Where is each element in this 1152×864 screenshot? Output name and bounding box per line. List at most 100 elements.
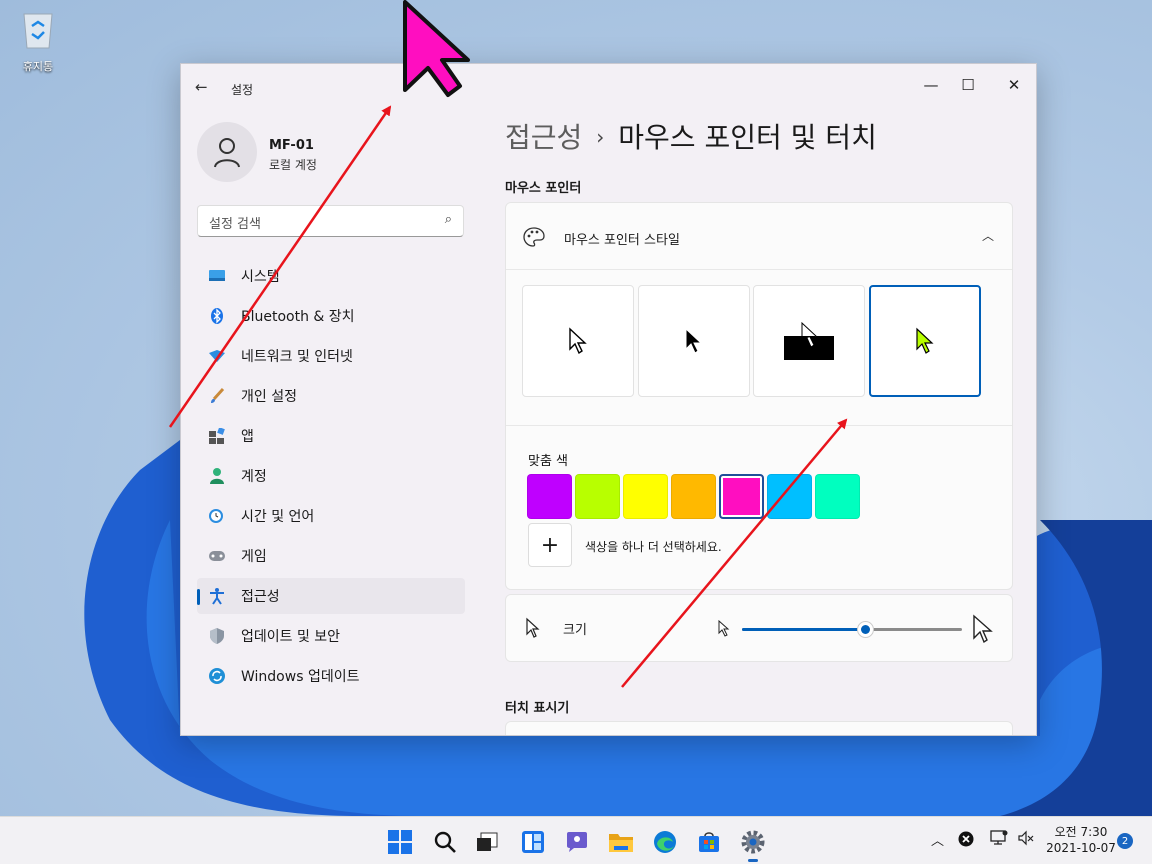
network-icon [208,347,226,365]
chevron-up-icon[interactable]: ︿ [982,227,994,244]
slider-thumb[interactable] [857,621,875,638]
breadcrumb-parent[interactable]: 접근성 [505,121,582,154]
system-clock[interactable]: 오전 7:30 2021-10-07 [1043,824,1119,856]
slider-fill [742,628,866,631]
pointer-style-custom[interactable] [869,285,981,397]
shield-icon [208,627,226,645]
bluetooth-icon [208,307,226,325]
windows-update-icon [208,667,226,685]
color-swatch-pink[interactable] [719,474,764,519]
pointer-icon [525,617,541,643]
search-icon: ⌕ [444,212,452,227]
sidebar-item-label: 시스템 [241,269,280,285]
chat-icon[interactable] [560,825,594,859]
clock-date: 2021-10-07 [1046,841,1116,855]
pointer-size-card: 크기 [505,594,1013,662]
color-swatch-orange[interactable] [671,474,716,519]
network-status-icon[interactable] [990,830,1008,850]
gaming-icon [208,547,226,565]
color-swatch-yellow[interactable] [623,474,668,519]
small-pointer-icon [718,620,730,637]
sidebar-item-gaming[interactable]: 게임 [197,538,465,574]
sidebar-item-label: Windows 업데이트 [241,669,360,685]
edge-icon[interactable] [648,825,682,859]
search-icon[interactable] [428,825,462,859]
time-language-icon [208,507,226,525]
sidebar-item-label: 게임 [241,549,267,565]
inverted-pointer-icon [784,321,834,360]
sidebar-item-personalization[interactable]: 개인 설정 [197,378,465,414]
system-icon [208,267,226,285]
sidebar-item-accounts[interactable]: 계정 [197,458,465,494]
color-swatch-mint[interactable] [815,474,860,519]
settings-search-input[interactable]: 설정 검색 ⌕ [197,205,464,237]
tray-overflow-chevron-icon[interactable]: ︿ [931,830,944,849]
page-heading: 접근성 › 마우스 포인터 및 터치 [505,116,877,156]
sidebar-item-label: 시간 및 언어 [241,509,315,525]
size-label: 크기 [563,623,587,638]
touch-indicator-card [505,721,1013,735]
sidebar-item-apps[interactable]: 앱 [197,418,465,454]
recycle-bin[interactable]: 휴지통 [10,8,66,74]
pointer-style-inverted[interactable] [753,285,865,397]
file-explorer-icon[interactable] [604,825,638,859]
section-title-mouse-pointer: 마우스 포인터 [505,181,582,196]
color-swatch-sky-blue[interactable] [767,474,812,519]
main-content: 접근성 › 마우스 포인터 및 터치 마우스 포인터 마우스 포인터 스타일 ︿ [505,64,1036,735]
custom-colors-label: 맞춤 색 [528,454,569,469]
sidebar-item-bluetooth[interactable]: Bluetooth & 장치 [197,298,465,334]
pointer-style-label: 마우스 포인터 스타일 [564,233,680,248]
search-placeholder: 설정 검색 [209,217,261,232]
black-pointer-icon [685,327,703,354]
recycle-bin-icon [23,13,53,49]
custom-color-pointer-icon [916,327,934,354]
divider [506,425,1012,426]
apps-icon [208,427,226,445]
color-swatch-purple[interactable] [527,474,572,519]
sidebar-item-windows-update[interactable]: Windows 업데이트 [197,658,465,694]
pointer-style-black[interactable] [638,285,750,397]
notification-badge[interactable]: 2 [1117,833,1133,849]
section-title-touch-indicator: 터치 표시기 [505,701,570,716]
user-icon [214,138,240,168]
sidebar-item-system[interactable]: 시스템 [197,258,465,294]
profile-name: MF-01 [269,138,314,153]
color-swatch-lime[interactable] [575,474,620,519]
widgets-icon[interactable] [516,825,550,859]
back-arrow-icon[interactable]: ← [195,78,215,98]
sidebar-item-time-language[interactable]: 시간 및 언어 [197,498,465,534]
user-profile[interactable]: MF-01 로컬 계정 [197,122,317,182]
task-view-icon[interactable] [470,825,504,859]
accessibility-icon [208,587,226,605]
sidebar-item-label: 네트워크 및 인터넷 [241,349,353,365]
settings-icon[interactable] [736,825,770,862]
add-color-label: 색상을 하나 더 선택하세요. [585,540,722,554]
sidebar-item-label: 접근성 [241,589,280,605]
pointer-style-white[interactable] [522,285,634,397]
sidebar-nav: 시스템 Bluetooth & 장치 네트워크 및 인터넷 개인 설정 앱 계정… [197,258,465,698]
sidebar-item-update-security[interactable]: 업데이트 및 보안 [197,618,465,654]
size-slider[interactable] [718,614,998,644]
sidebar-item-label: Bluetooth & 장치 [241,309,355,325]
pointer-style-header[interactable]: 마우스 포인터 스타일 ︿ [506,203,1012,270]
recycle-bin-label: 휴지통 [22,60,54,73]
white-pointer-icon [569,327,587,355]
accounts-icon [208,467,226,485]
clock-time: 오전 7:30 [1054,825,1108,839]
breadcrumb-separator: › [596,125,605,149]
avatar [197,122,257,182]
sidebar-item-network[interactable]: 네트워크 및 인터넷 [197,338,465,374]
taskbar: ︿ 오전 7:30 2021-10-07 2 [0,816,1152,864]
settings-window: ← 설정 — ☐ ✕ MF-01 로컬 계정 설정 검색 ⌕ 시스템 Bluet… [180,63,1037,736]
profile-account-type: 로컬 계정 [269,158,317,172]
sidebar-item-accessibility[interactable]: 접근성 [197,578,465,614]
add-color-button[interactable]: + [528,523,572,567]
pointer-style-card: 마우스 포인터 스타일 ︿ 맞춤 색 + 색상을 하나 더 선택하세요. [505,202,1013,590]
palette-icon [523,227,545,251]
store-icon[interactable] [692,825,726,859]
start-icon[interactable] [383,825,417,859]
security-alert-icon[interactable] [958,831,974,851]
volume-muted-icon[interactable] [1017,830,1035,850]
large-pointer-icon [973,614,993,644]
page-title: 마우스 포인터 및 터치 [618,121,877,154]
